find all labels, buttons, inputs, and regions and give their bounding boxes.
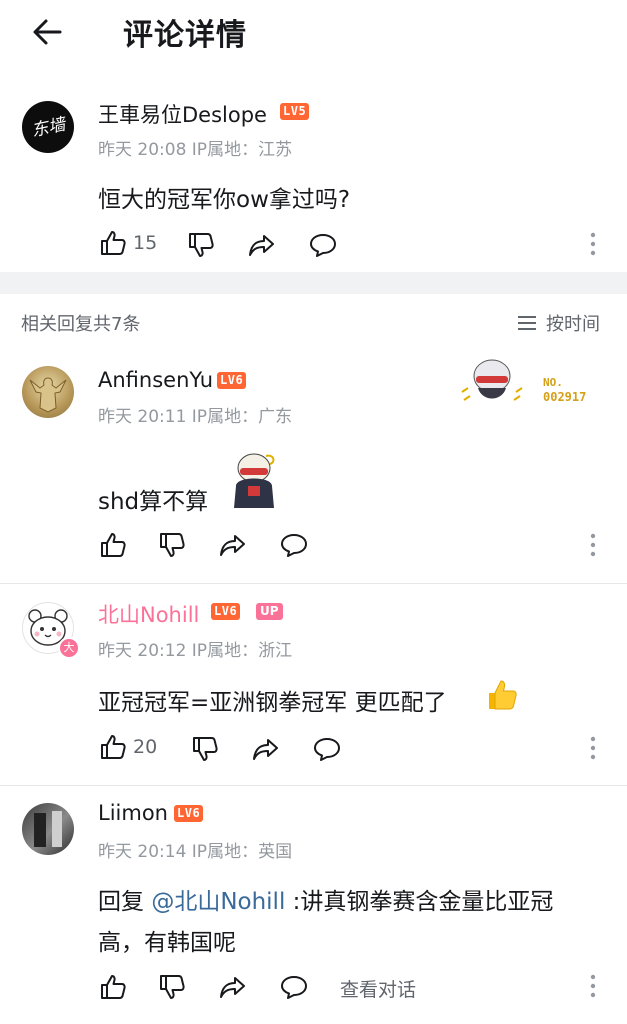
like-count: 15 [133,232,158,254]
divider [0,583,627,584]
like-button[interactable]: 15 [98,228,168,260]
username[interactable]: AnfinsenYu [98,368,213,392]
more-icon[interactable] [589,532,597,558]
view-conversation-link[interactable]: 查看对话 [340,975,416,1002]
avatar-badge: 大 [58,637,80,659]
dark-photo-icon [34,811,62,847]
thumbs-up-icon[interactable] [98,530,128,560]
fan-badge: NO. 002917 [456,352,606,416]
comment-text: 恒大的冠军你ow拿过吗? [98,187,351,213]
comment-meta: 昨天 20:08 IP属地：江苏 [98,140,293,160]
level-badge: LV6 [174,805,204,822]
more-icon[interactable] [589,973,597,999]
level-badge: LV6 [211,603,241,620]
more-icon[interactable] [589,735,597,761]
back-button[interactable] [28,12,68,52]
soldier-helmet-icon [461,359,523,401]
fan-badge-number: 002917 [543,390,587,404]
reply-text-rest: :讲真钢拳赛含金量比亚冠 [285,889,554,915]
level-badge: LV6 [217,372,247,389]
page-title: 评论详情 [123,18,247,53]
avatar[interactable] [22,366,74,418]
reply-meta: 昨天 20:12 IP属地：浙江 [98,641,293,661]
fan-badge-number-label: NO. [543,376,563,389]
reply-prefix: 回复 [98,889,152,915]
comment-icon[interactable] [279,530,309,560]
thumbs-up-icon [101,735,126,759]
sort-label: 按时间 [546,314,600,335]
share-icon[interactable] [247,230,277,260]
thumbs-up-icon[interactable] [98,972,128,1002]
up-badge: UP [256,603,283,620]
angel-figure-icon [29,377,67,413]
reply-meta: 昨天 20:11 IP属地：广东 [98,407,293,427]
thumbs-down-icon[interactable] [157,530,187,560]
thumbs-up-icon [101,231,126,255]
reply-text: shd算不算 [98,489,209,515]
reply-text-line2: 高，有韩国呢 [98,930,236,956]
reply-meta: 昨天 20:14 IP属地：英国 [98,842,293,862]
avatar[interactable] [22,803,74,855]
username[interactable]: 北山Nohill [98,599,199,629]
share-icon[interactable] [218,972,248,1002]
level-badge: LV5 [280,103,310,120]
share-icon[interactable] [218,530,248,560]
reply-text: 亚冠冠军=亚洲钢拳冠军 更匹配了 [98,690,447,716]
share-icon[interactable] [251,734,281,764]
username[interactable]: 王車易位Deslope [98,99,267,129]
avatar-calligraphy: 东墙 [29,114,68,142]
comment-icon[interactable] [312,734,342,764]
soldier-sticker-icon [234,453,275,508]
section-separator [0,272,627,294]
like-button[interactable]: 20 [98,732,168,764]
thumbs-down-icon[interactable] [190,734,220,764]
thumbs-down-icon[interactable] [186,230,216,260]
reply-text: 回复 @北山Nohill :讲真钢拳赛含金量比亚冠 [98,882,553,916]
like-count: 20 [133,736,158,758]
back-arrow-icon [33,19,62,45]
more-icon[interactable] [589,231,597,257]
comment-icon[interactable] [308,230,338,260]
divider [0,785,627,786]
reply-count: 相关回复共7条 [21,314,141,335]
thumbs-down-icon[interactable] [157,972,187,1002]
thumbs-up-emoji-icon [489,680,517,710]
avatar[interactable]: 东墙 [22,101,74,153]
mention-link[interactable]: @北山Nohill [151,889,285,915]
sort-button[interactable]: 按时间 [516,309,608,335]
avatar[interactable]: 大 [22,602,80,659]
sort-lines-icon [518,316,536,330]
username[interactable]: Liimon [98,801,168,825]
comment-icon[interactable] [279,972,309,1002]
